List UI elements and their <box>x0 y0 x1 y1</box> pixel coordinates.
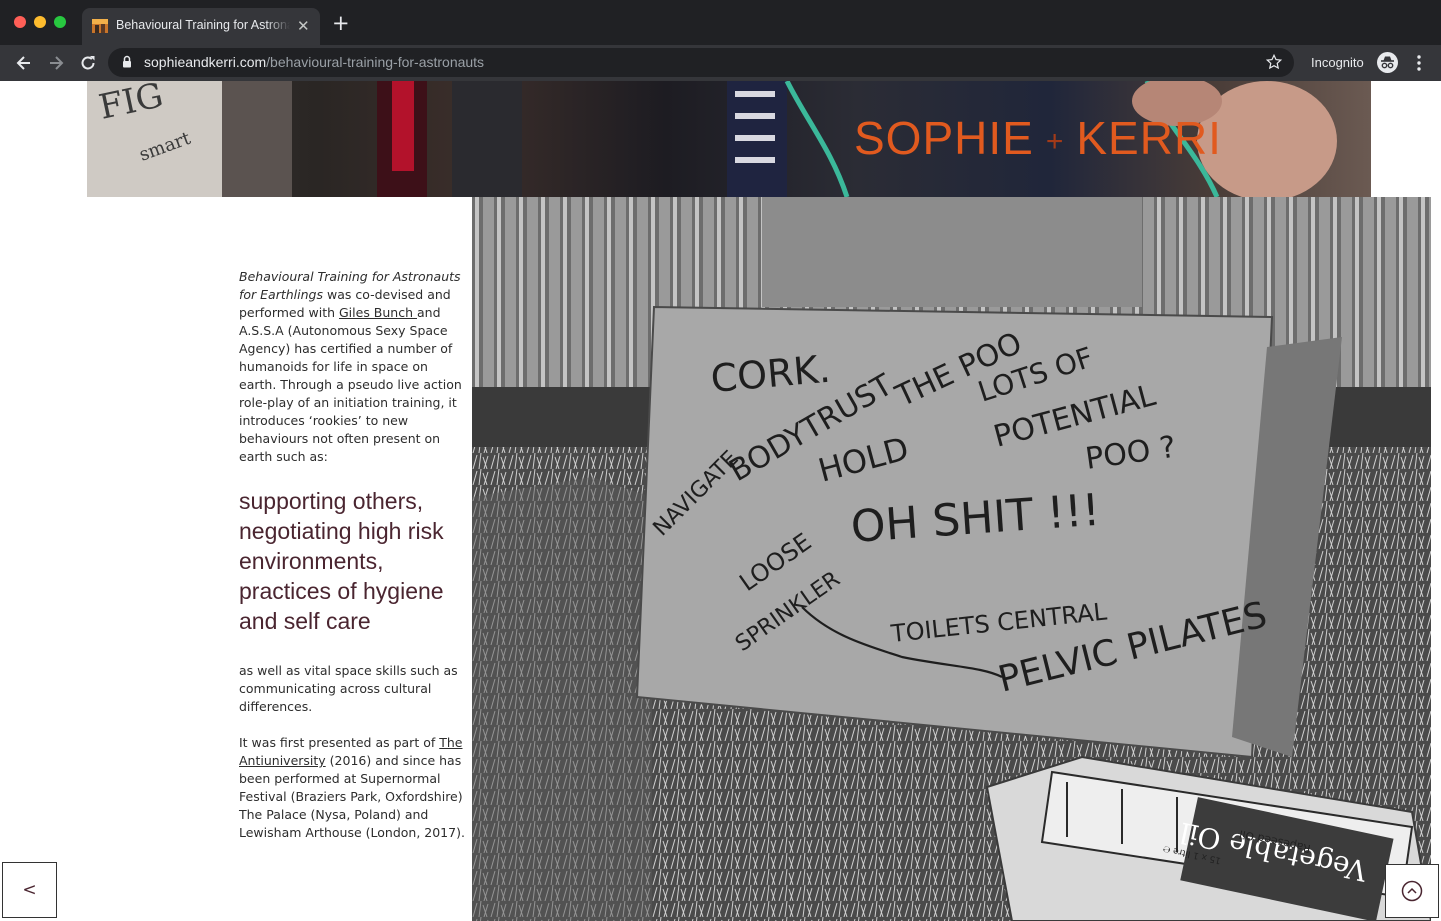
history-text-a: It was first presented as part of <box>239 735 440 750</box>
browser-menu-icon[interactable] <box>1415 54 1423 72</box>
header-banner: FIG smart SOPHIE + KERRI <box>87 81 1371 197</box>
sign-photo: CORK. BODYTRUST HOLD THE POO LOTS OF POT… <box>472 197 1431 921</box>
previous-project-button[interactable]: < <box>2 862 57 918</box>
logo-right-text: KERRI <box>1076 112 1222 164</box>
url-text: sophieandkerri.com/behavioural-training-… <box>144 54 484 70</box>
window-close-button[interactable] <box>14 16 26 28</box>
bookmark-star-icon[interactable] <box>1265 53 1283 71</box>
lock-icon <box>123 55 131 68</box>
intro-text-b: and A.S.S.A (Autonomous Sexy Space Agenc… <box>239 305 462 464</box>
arrow-left-icon <box>16 56 30 70</box>
address-bar[interactable]: sophieandkerri.com/behavioural-training-… <box>108 48 1294 77</box>
url-host: sophieandkerri.com <box>144 54 267 70</box>
logo-plus: + <box>1045 124 1065 158</box>
tab-strip: Behavioural Training for Astronauts for … <box>0 0 1441 45</box>
url-path: /behavioural-training-for-astronauts <box>266 54 485 70</box>
incognito-label: Incognito <box>1311 55 1364 70</box>
intro-paragraph: Behavioural Training for Astronauts for … <box>239 268 467 466</box>
browser-toolbar: sophieandkerri.com/behavioural-training-… <box>0 45 1441 81</box>
new-tab-button[interactable]: + <box>332 13 350 34</box>
forward-button[interactable] <box>46 53 66 73</box>
arrow-right-icon <box>50 56 64 70</box>
back-button[interactable] <box>14 53 34 73</box>
chevron-up-circle-icon <box>1401 880 1423 902</box>
reload-icon <box>81 56 95 70</box>
project-photo: CORK. BODYTRUST HOLD THE POO LOTS OF POT… <box>472 197 1431 921</box>
window-minimize-button[interactable] <box>34 16 46 28</box>
giles-bunch-link[interactable]: Giles Bunch <box>339 305 417 320</box>
highlight-text: supporting others, negotiating high risk… <box>239 488 444 634</box>
window-maximize-button[interactable] <box>54 16 66 28</box>
site-logo[interactable]: SOPHIE + KERRI <box>854 111 1222 165</box>
logo-left-text: SOPHIE <box>854 112 1034 164</box>
site-favicon-icon <box>92 19 108 33</box>
browser-chrome: Behavioural Training for Astronauts for … <box>0 0 1441 81</box>
incognito-icon[interactable] <box>1377 52 1398 73</box>
skills-paragraph: as well as vital space skills such as co… <box>239 663 458 714</box>
tab-close-icon[interactable]: ✕ <box>297 17 310 35</box>
browser-tab-active[interactable]: Behavioural Training for Astronauts for … <box>82 8 320 45</box>
reload-button[interactable] <box>78 53 98 73</box>
history-paragraph: It was first presented as part of The An… <box>239 734 467 842</box>
project-description: Behavioural Training for Astronauts for … <box>239 268 467 842</box>
scroll-to-top-button[interactable] <box>1385 864 1439 918</box>
tab-title: Behavioural Training for Astronauts for … <box>116 18 290 36</box>
